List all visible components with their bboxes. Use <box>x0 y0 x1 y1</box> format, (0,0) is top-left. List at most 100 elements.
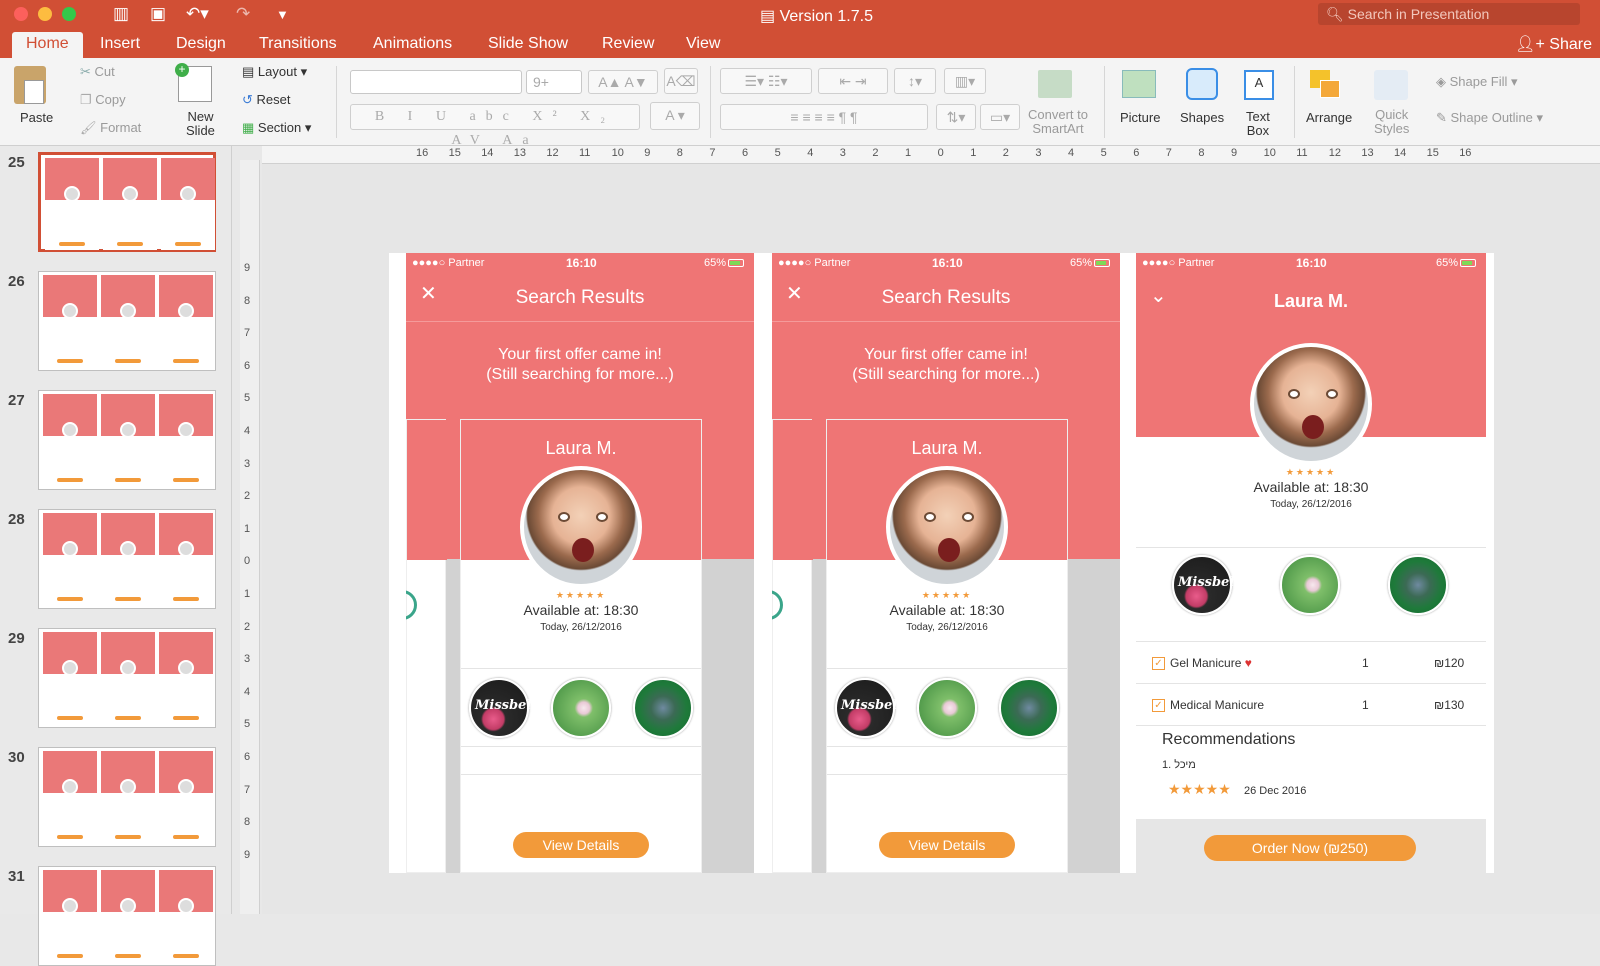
service-checkbox[interactable]: ✓ <box>1152 657 1165 670</box>
quick-styles-button[interactable]: Quick Styles <box>1374 108 1409 136</box>
tab-insert[interactable]: Insert <box>100 35 140 53</box>
window-title: ▤ Version 1.7.5 <box>760 8 873 25</box>
tab-home[interactable]: Home <box>12 32 83 58</box>
slide-thumbnail[interactable] <box>38 747 216 847</box>
picture-button[interactable]: Picture <box>1120 110 1160 125</box>
indent-buttons[interactable]: ⇤ ⇥ <box>818 68 888 94</box>
text-style-buttons[interactable]: B I U abc X² X₂ AV Aa <box>350 104 640 148</box>
portfolio-thumbnail[interactable]: Missbelez <box>1172 555 1250 615</box>
section-button[interactable]: ▦ Section ▾ <box>242 120 311 136</box>
portfolio-thumbnail[interactable] <box>633 678 693 738</box>
available-time: Available at: 18:30 <box>523 602 639 618</box>
offer-card[interactable]: Laura M. ★★★★★ Available at: 18:30 Today… <box>826 419 1068 873</box>
close-window-button[interactable] <box>14 7 28 21</box>
share-button[interactable]: 👤︎+ Share <box>1515 34 1592 54</box>
offer-card[interactable]: Laura M. ★★★★★ Available at: 18:30 Today… <box>460 419 702 873</box>
redo-icon[interactable]: ↷ <box>236 4 250 24</box>
search-icon: 🔍︎ <box>1326 6 1348 22</box>
order-now-button[interactable]: Order Now (₪250) <box>1204 835 1416 861</box>
service-name: Medical Manicure <box>1170 698 1265 712</box>
divider <box>1294 66 1295 138</box>
ruler-label: 2 <box>872 147 879 159</box>
previous-card-peek[interactable] <box>772 419 813 873</box>
text-direction-icon[interactable]: ⇅▾ <box>936 104 976 130</box>
shape-outline-button[interactable]: ✎ Shape Outline ▾ <box>1436 110 1543 126</box>
divider <box>336 66 337 138</box>
clear-formatting-icon[interactable]: A⌫ <box>664 68 698 94</box>
previous-card-peek[interactable] <box>406 419 447 873</box>
thumbnail-screen <box>43 275 97 367</box>
ruler-label: 4 <box>244 425 251 437</box>
thumbnail-screen <box>43 394 97 486</box>
slide-thumbnail[interactable] <box>38 866 216 966</box>
ruler-label: 2 <box>244 490 251 503</box>
alignment-buttons[interactable]: ≡ ≡ ≡ ≡ ¶ ¶ <box>720 104 928 130</box>
thumbnail-screen <box>159 751 213 843</box>
copy-icon: ❐ <box>80 92 96 107</box>
slide-thumbnail[interactable] <box>38 628 216 728</box>
shapes-button[interactable]: Shapes <box>1180 110 1224 125</box>
text-box-icon: A <box>1244 70 1274 100</box>
shapes-icon <box>1186 68 1218 100</box>
slide[interactable]: ●●●●○ Partner 16:10 65% ✕ Search Results Y… <box>389 253 1494 873</box>
cut-button[interactable]: ✂ Cut <box>80 64 115 80</box>
tab-animations[interactable]: Animations <box>373 35 452 53</box>
portfolio-thumbnail[interactable] <box>551 678 611 738</box>
new-slide-button[interactable]: New Slide <box>186 110 215 138</box>
reset-button[interactable]: ↺ Reset <box>242 92 290 108</box>
undo-icon[interactable]: ↶▾ <box>186 4 209 24</box>
sidebar-toggle-icon[interactable]: ▥ <box>113 4 129 24</box>
list-buttons[interactable]: ☰▾ ☷▾ <box>720 68 812 94</box>
slide-thumbnail[interactable] <box>38 509 216 609</box>
portfolio-thumbnail[interactable]: Missbelez <box>469 678 547 738</box>
layout-button[interactable]: ▤ Layout ▾ <box>242 64 307 80</box>
ruler-label: 9 <box>244 262 251 274</box>
columns-icon[interactable]: ▥▾ <box>944 68 986 94</box>
zoom-window-button[interactable] <box>62 7 76 21</box>
align-text-icon[interactable]: ▭▾ <box>980 104 1020 130</box>
ruler-label: 6 <box>1133 147 1140 159</box>
slide-thumbnail[interactable] <box>38 390 216 490</box>
format-painter-button[interactable]: 🖌︎ Format <box>80 120 141 136</box>
save-icon[interactable]: ▣ <box>150 4 166 24</box>
copy-button[interactable]: ❐ Copy <box>80 92 126 108</box>
portfolio-thumbnail[interactable] <box>999 678 1059 738</box>
portfolio-thumbnail[interactable] <box>1280 555 1340 615</box>
paste-button[interactable]: Paste <box>20 110 53 125</box>
service-checkbox[interactable]: ✓ <box>1152 699 1165 712</box>
tab-design[interactable]: Design <box>176 35 226 53</box>
battery-icon <box>1460 259 1476 267</box>
ribbon: Paste ✂ Cut ❐ Copy 🖌︎ Format + New Slide … <box>0 58 1600 148</box>
font-size-adjust-buttons[interactable]: A▲ A▼ <box>588 70 658 94</box>
slide-thumbnail[interactable] <box>38 152 216 252</box>
convert-to-smartart-button[interactable]: Convert to SmartArt <box>1028 108 1088 136</box>
thumbnail-screen <box>103 158 157 250</box>
view-details-button[interactable]: View Details <box>879 832 1015 858</box>
arrange-button[interactable]: Arrange <box>1306 110 1352 125</box>
minimize-window-button[interactable] <box>38 7 52 21</box>
ruler-label: 1 <box>905 147 912 159</box>
slide-thumbnail[interactable] <box>38 271 216 371</box>
font-color-icon[interactable]: A ▾ <box>650 102 700 130</box>
tab-transitions[interactable]: Transitions <box>259 35 337 53</box>
customize-toolbar-icon[interactable]: ▼ <box>276 7 289 22</box>
service-price: ₪130 <box>1434 698 1465 712</box>
shape-fill-button[interactable]: ◈ Shape Fill ▾ <box>1436 74 1518 90</box>
font-name-field[interactable] <box>350 70 522 94</box>
tab-slide-show[interactable]: Slide Show <box>488 35 568 53</box>
ruler-label: 3 <box>244 653 251 666</box>
tab-view[interactable]: View <box>686 35 720 53</box>
ruler-label: 0 <box>244 555 251 568</box>
tab-review[interactable]: Review <box>602 35 654 53</box>
available-time: Available at: 18:30 <box>889 602 1005 618</box>
view-details-button[interactable]: View Details <box>513 832 649 858</box>
portfolio-thumbnail[interactable] <box>1388 555 1448 615</box>
ruler-label: 5 <box>244 718 251 731</box>
search-input[interactable]: 🔍︎ Search in Presentation <box>1318 3 1580 25</box>
thumbnail-screen <box>159 632 213 724</box>
line-spacing-icon[interactable]: ↕▾ <box>894 68 936 94</box>
portfolio-thumbnail[interactable]: Missbelez <box>835 678 913 738</box>
font-size-field[interactable]: 9+ <box>526 70 582 94</box>
portfolio-thumbnail[interactable] <box>917 678 977 738</box>
text-box-button[interactable]: Text Box <box>1246 110 1270 138</box>
